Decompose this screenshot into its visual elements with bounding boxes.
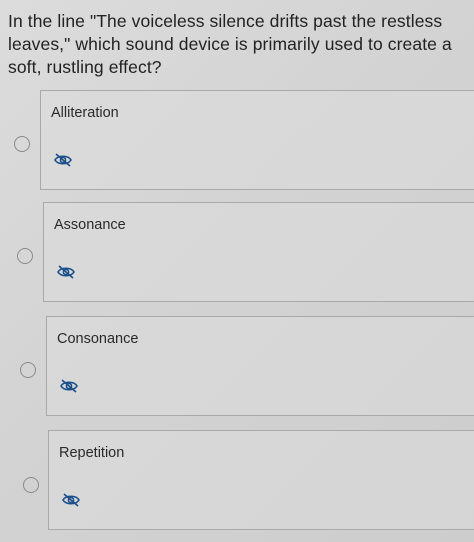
answer-label: Alliteration — [51, 105, 119, 121]
answer-card[interactable]: Repetition — [48, 430, 474, 530]
question-text: In the line "The voiceless silence drift… — [8, 11, 452, 77]
eye-slash-icon[interactable] — [60, 379, 78, 393]
eye-slash-icon[interactable] — [54, 153, 72, 167]
option-repetition[interactable]: Repetition — [0, 424, 474, 532]
eye-slash-icon[interactable] — [57, 265, 75, 279]
answer-card[interactable]: Consonance — [46, 316, 474, 416]
answer-label: Repetition — [59, 445, 125, 461]
option-alliteration[interactable]: Alliteration — [0, 90, 474, 198]
radio-button[interactable] — [20, 362, 36, 378]
radio-button[interactable] — [17, 248, 33, 264]
eye-slash-icon[interactable] — [62, 493, 80, 507]
answer-label: Consonance — [57, 331, 139, 347]
option-consonance[interactable]: Consonance — [0, 310, 474, 418]
radio-button[interactable] — [14, 136, 30, 152]
option-assonance[interactable]: Assonance — [0, 198, 474, 306]
answer-card[interactable]: Assonance — [43, 202, 474, 302]
answer-card[interactable]: Alliteration — [40, 90, 474, 190]
radio-button[interactable] — [23, 477, 39, 493]
answer-label: Assonance — [54, 217, 126, 233]
